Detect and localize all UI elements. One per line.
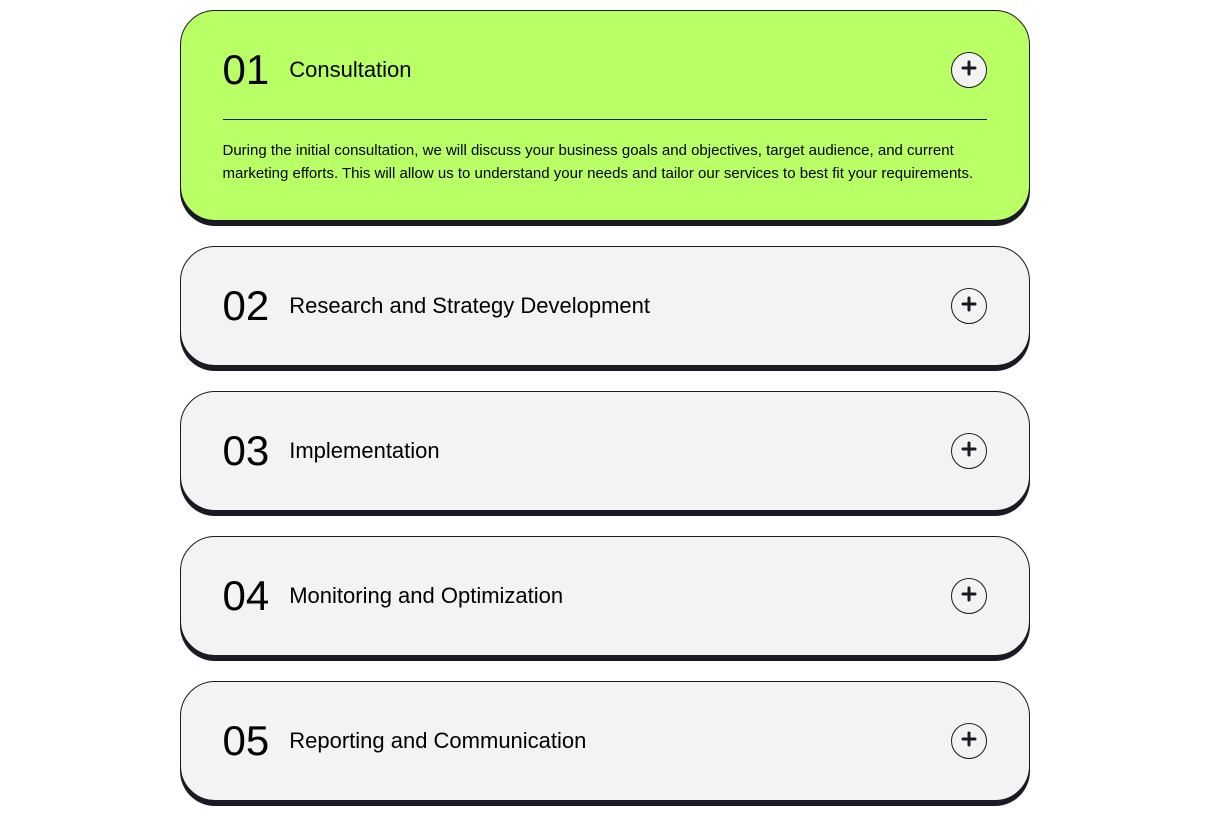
plus-icon	[961, 731, 977, 752]
plus-icon	[961, 296, 977, 317]
accordion-header[interactable]: 01 Consultation	[223, 46, 987, 94]
accordion-number: 03	[223, 427, 270, 475]
accordion-body: During the initial consultation, we will…	[223, 119, 987, 185]
accordion-header[interactable]: 03 Implementation	[223, 427, 987, 475]
plus-icon	[961, 586, 977, 607]
accordion-item-consultation: 01 Consultation During the initial consu…	[180, 10, 1030, 221]
accordion-number: 01	[223, 46, 270, 94]
accordion-item-research: 02 Research and Strategy Development	[180, 246, 1030, 366]
accordion-title: Implementation	[289, 438, 439, 464]
accordion-toggle-button[interactable]	[951, 578, 987, 614]
accordion-item-reporting: 05 Reporting and Communication	[180, 681, 1030, 801]
accordion-item-implementation: 03 Implementation	[180, 391, 1030, 511]
plus-icon	[961, 441, 977, 462]
accordion-header[interactable]: 05 Reporting and Communication	[223, 717, 987, 765]
accordion-header-left: 04 Monitoring and Optimization	[223, 572, 564, 620]
accordion-header[interactable]: 04 Monitoring and Optimization	[223, 572, 987, 620]
accordion-container: 01 Consultation During the initial consu…	[180, 10, 1030, 826]
accordion-header-left: 05 Reporting and Communication	[223, 717, 587, 765]
plus-icon	[961, 60, 977, 81]
accordion-toggle-button[interactable]	[951, 52, 987, 88]
accordion-header-left: 02 Research and Strategy Development	[223, 282, 650, 330]
accordion-title: Monitoring and Optimization	[289, 583, 563, 609]
accordion-header-left: 01 Consultation	[223, 46, 412, 94]
accordion-header-left: 03 Implementation	[223, 427, 440, 475]
accordion-number: 04	[223, 572, 270, 620]
accordion-item-monitoring: 04 Monitoring and Optimization	[180, 536, 1030, 656]
accordion-title: Reporting and Communication	[289, 728, 586, 754]
accordion-toggle-button[interactable]	[951, 433, 987, 469]
accordion-title: Research and Strategy Development	[289, 293, 650, 319]
accordion-header[interactable]: 02 Research and Strategy Development	[223, 282, 987, 330]
accordion-title: Consultation	[289, 57, 411, 83]
accordion-number: 02	[223, 282, 270, 330]
accordion-toggle-button[interactable]	[951, 723, 987, 759]
accordion-toggle-button[interactable]	[951, 288, 987, 324]
accordion-number: 05	[223, 717, 270, 765]
